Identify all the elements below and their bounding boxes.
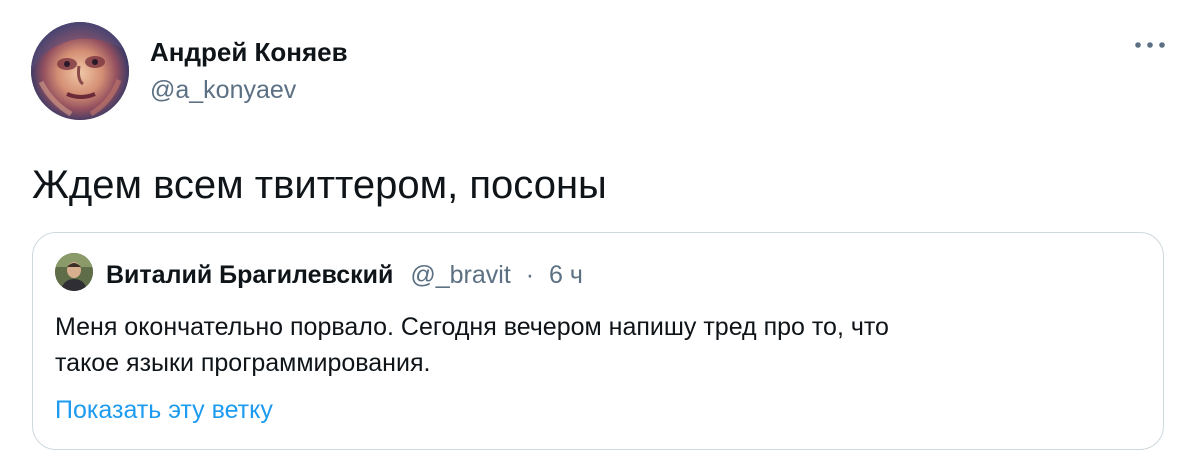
quoted-author-handle: @_bravit — [410, 261, 511, 289]
tweet-text: Ждем всем твиттером, посоны — [32, 163, 607, 207]
tweet: Андрей Коняев @a_konyaev Ждем всем твитт… — [0, 0, 1200, 476]
more-horizontal-icon — [1135, 42, 1165, 48]
quoted-author-avatar-image — [55, 253, 93, 291]
quoted-tweet-time[interactable]: 6 ч — [549, 261, 583, 289]
author-name[interactable]: Андрей Коняев — [150, 37, 348, 68]
author-avatar[interactable] — [31, 22, 129, 120]
more-button[interactable] — [1128, 30, 1172, 60]
quoted-tweet-text: Меня окончательно порвало. Сегодня вечер… — [55, 309, 1135, 381]
quoted-tweet-card[interactable]: Виталий Брагилевский @_bravit · 6 ч Меня… — [32, 232, 1164, 450]
quoted-text-line: такое языки программирования. — [55, 349, 431, 377]
show-thread-link[interactable]: Показать эту ветку — [55, 396, 273, 425]
quoted-tweet-header: Виталий Брагилевский @_bravit · 6 ч — [106, 260, 583, 290]
quoted-author-avatar[interactable] — [55, 253, 93, 291]
header-separator: · — [525, 261, 535, 289]
quoted-author-name: Виталий Брагилевский — [106, 261, 394, 289]
quoted-text-line: Меня окончательно порвало. Сегодня вечер… — [55, 313, 889, 341]
author-handle[interactable]: @a_konyaev — [150, 76, 296, 105]
author-avatar-image — [31, 22, 129, 120]
